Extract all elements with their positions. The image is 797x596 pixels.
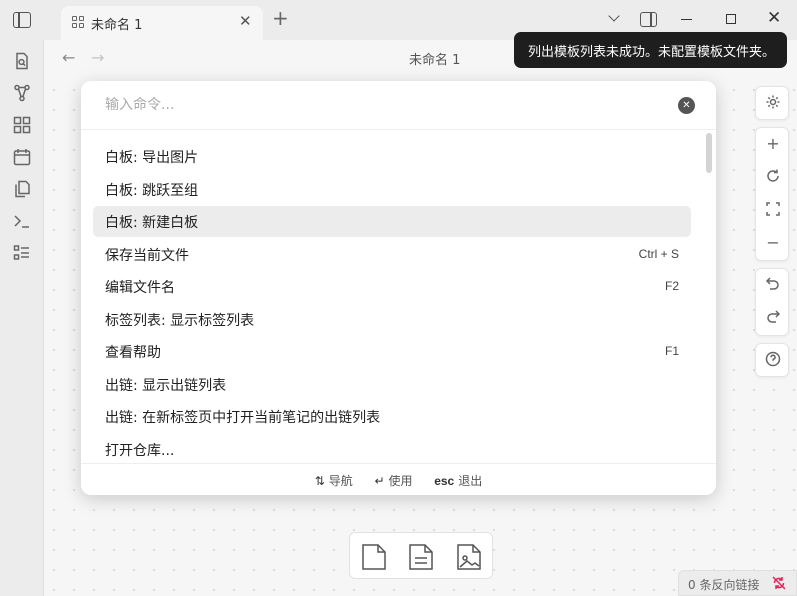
view-title[interactable]: 未命名 1 (409, 49, 460, 68)
command-item[interactable]: 标签列表: 显示标签列表 (93, 304, 691, 335)
command-search-input[interactable] (105, 97, 665, 113)
window-close-icon[interactable]: ✕ (767, 8, 781, 28)
back-arrow-icon[interactable]: ← (62, 48, 75, 67)
command-label: 打开仓库... (105, 442, 175, 459)
chevron-down-icon[interactable] (609, 12, 621, 24)
esc-key: esc (434, 474, 455, 488)
esc-hint: 退出 (458, 474, 483, 488)
calendar-icon[interactable] (13, 148, 31, 166)
add-note-icon[interactable] (408, 543, 434, 571)
results-scrollbar[interactable] (706, 133, 712, 173)
command-hotkey: Ctrl + S (638, 246, 679, 261)
sidebar-toggle-icon[interactable] (13, 12, 31, 28)
redo-icon[interactable] (764, 309, 782, 327)
command-palette-icon[interactable] (13, 212, 31, 230)
canvas-zoom-group: + − (755, 127, 789, 261)
canvas-grid-icon (72, 16, 85, 29)
navigate-hint: 导航 (328, 474, 353, 488)
sync-off-icon[interactable] (771, 575, 787, 591)
command-item[interactable]: 打开仓库... (93, 434, 691, 464)
backlinks-count[interactable]: 0 条反向链接 (688, 576, 759, 593)
canvas-icon[interactable] (13, 116, 31, 134)
templates-icon[interactable] (13, 180, 31, 198)
canvas-history-group (755, 268, 789, 336)
new-tab-button[interactable]: + (272, 8, 289, 28)
graph-view-icon[interactable] (13, 84, 31, 102)
tab-close-icon[interactable]: ✕ (239, 12, 252, 30)
command-hotkey: F2 (664, 279, 679, 293)
left-ribbon (0, 40, 44, 596)
tab-title: 未命名 1 (91, 18, 143, 33)
status-bar: 0 条反向链接 (678, 570, 797, 596)
quick-switcher-icon[interactable] (13, 52, 31, 70)
zoom-in-icon[interactable]: + (764, 135, 782, 153)
use-hint: 使用 (388, 474, 413, 488)
maximize-icon[interactable] (726, 14, 736, 24)
undo-icon[interactable] (764, 276, 782, 294)
gear-icon[interactable] (764, 94, 782, 112)
right-sidebar-toggle-icon[interactable] (640, 12, 657, 27)
command-label: 出链: 显示出链列表 (105, 377, 227, 394)
enter-key-icon: ↵ (374, 474, 385, 488)
command-hotkey: F1 (664, 344, 679, 358)
command-item[interactable]: 保存当前文件 Ctrl + S (93, 239, 691, 270)
command-item[interactable]: 编辑文件名 F2 (93, 271, 691, 302)
command-label: 保存当前文件 (105, 247, 189, 264)
command-label: 白板: 新建白板 (105, 215, 199, 231)
notice-toast: 列出模板列表未成功。未配置模板文件夹。 (514, 32, 787, 68)
command-item[interactable]: 出链: 在新标签页中打开当前笔记的出链列表 (93, 401, 691, 432)
command-item[interactable]: 出链: 显示出链列表 (93, 369, 691, 400)
minimize-icon[interactable] (681, 19, 692, 21)
help-icon[interactable] (764, 351, 782, 369)
canvas-card-toolbar (349, 532, 493, 579)
command-label: 标签列表: 显示标签列表 (105, 312, 255, 329)
canvas-settings-group (755, 86, 789, 120)
command-label: 查看帮助 (105, 345, 161, 361)
command-palette: ✕ 白板: 导出图片 白板: 跳跃至组 白板: 新建白板 保存当前文件 Ctrl… (81, 81, 716, 495)
reset-zoom-icon[interactable] (764, 168, 782, 186)
command-label: 编辑文件名 (105, 280, 175, 296)
add-card-icon[interactable] (361, 543, 387, 571)
fit-to-screen-icon[interactable] (764, 201, 782, 219)
canvas-help-group (755, 343, 789, 377)
forward-arrow-icon[interactable]: → (91, 48, 104, 67)
command-label: 出链: 在新标签页中打开当前笔记的出链列表 (105, 410, 381, 426)
command-label: 白板: 导出图片 (105, 150, 199, 166)
command-item[interactable]: 白板: 导出图片 (93, 141, 691, 172)
command-item[interactable]: 查看帮助 F1 (93, 336, 691, 367)
zoom-out-icon[interactable]: − (764, 234, 782, 252)
command-label: 白板: 跳跃至组 (105, 182, 199, 199)
tab-untitled[interactable]: 未命名 1 ✕ (61, 6, 263, 40)
add-media-icon[interactable] (456, 543, 482, 571)
clear-input-icon[interactable]: ✕ (678, 97, 695, 114)
palette-divider (81, 129, 716, 130)
command-results: 白板: 导出图片 白板: 跳跃至组 白板: 新建白板 保存当前文件 Ctrl +… (81, 141, 716, 463)
outline-list-icon[interactable] (13, 244, 31, 262)
palette-footer: ⇅ 导航 ↵ 使用 esc 退出 (81, 463, 716, 495)
command-item[interactable]: 白板: 跳跃至组 (93, 174, 691, 205)
command-item-selected[interactable]: 白板: 新建白板 (93, 206, 691, 237)
navigate-key-icon: ⇅ (314, 474, 325, 488)
